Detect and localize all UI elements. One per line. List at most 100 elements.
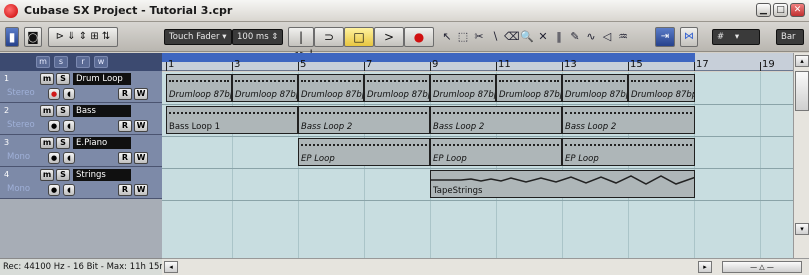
track-name[interactable]: Bass: [73, 105, 131, 117]
solo-button[interactable]: S: [56, 169, 70, 181]
window-title: Cubase SX Project - Tutorial 3.cpr: [24, 4, 233, 17]
audio-part[interactable]: Bass Loop 1: [166, 106, 298, 134]
scroll-up-icon[interactable]: ▴: [795, 55, 809, 67]
scroll-down-icon[interactable]: ▾: [795, 223, 809, 235]
zoom-slider[interactable]: — △ —: [722, 261, 802, 273]
nudge-time-select[interactable]: 100 ms ⇕: [232, 29, 284, 45]
read-automation-button[interactable]: R: [118, 88, 132, 100]
draw-tool-icon[interactable]: ✎: [568, 29, 582, 45]
pointer-tool-icon[interactable]: ↖: [440, 29, 454, 45]
vertical-scrollbar[interactable]: ▴ ▾: [793, 53, 809, 258]
mute-button[interactable]: m: [40, 169, 54, 181]
audio-part[interactable]: TapeStrings: [430, 170, 695, 198]
record-button[interactable]: ●: [404, 27, 434, 47]
global-write-button[interactable]: w: [94, 56, 108, 68]
read-automation-button[interactable]: R: [118, 152, 132, 164]
global-read-button[interactable]: r: [76, 56, 90, 68]
mute-tool-icon[interactable]: ✕: [536, 29, 550, 45]
timewarp-tool-icon[interactable]: ‖: [552, 29, 566, 45]
record-enable-button[interactable]: ●: [48, 184, 60, 196]
read-automation-button[interactable]: R: [118, 120, 132, 132]
scroll-left-icon[interactable]: ◂: [164, 261, 178, 273]
solo-button[interactable]: S: [56, 105, 70, 117]
global-solo-button[interactable]: s: [54, 56, 68, 68]
record-enable-button[interactable]: ●: [48, 88, 60, 100]
read-automation-button[interactable]: R: [118, 184, 132, 196]
audio-part[interactable]: EP Loop: [430, 138, 562, 166]
glue-tool-icon[interactable]: ∖: [488, 29, 502, 45]
mute-button[interactable]: m: [40, 73, 54, 85]
audio-part[interactable]: Drumloop 87bp: [298, 74, 364, 102]
goto-start-button[interactable]: |<>|: [288, 27, 314, 62]
track-name[interactable]: Drum Loop: [73, 73, 131, 85]
audio-part[interactable]: EP Loop: [562, 138, 695, 166]
split-tool-icon[interactable]: ✂: [472, 29, 486, 45]
audio-part[interactable]: Drumloop 87bp: [562, 74, 628, 102]
audio-part[interactable]: Drumloop 87bp: [496, 74, 562, 102]
track-row[interactable]: 3 m S E.Piano Mono ● ◖ R W: [0, 135, 162, 167]
monitor-button[interactable]: ◖: [63, 88, 75, 100]
range-tool-icon[interactable]: ⬚: [456, 29, 470, 45]
record-enable-button[interactable]: ●: [48, 120, 60, 132]
inspector-toggle-button[interactable]: ▮: [5, 27, 19, 47]
audio-part[interactable]: EP Loop: [298, 138, 430, 166]
monitor-button[interactable]: ◖: [63, 120, 75, 132]
audio-part[interactable]: Drumloop 87bp: [166, 74, 232, 102]
solo-button[interactable]: S: [56, 73, 70, 85]
waveform: [431, 175, 694, 185]
track-row[interactable]: 2 m S Bass Stereo ● ◖ R W: [0, 103, 162, 135]
write-automation-button[interactable]: W: [134, 152, 148, 164]
timeline-ruler[interactable]: 1 3 5 7 9 11 13 15 17 19: [162, 53, 793, 71]
locator-range[interactable]: [162, 53, 695, 62]
erase-tool-icon[interactable]: ⌫: [504, 29, 520, 45]
view-options-button[interactable]: ⊳ ⇓ ⇕ ⊞ ⇅: [48, 27, 118, 47]
info-line-button[interactable]: ◙: [24, 27, 42, 47]
scroll-thumb[interactable]: [795, 71, 809, 111]
play-button[interactable]: >: [374, 27, 404, 47]
grid-type-select[interactable]: # ▾: [712, 29, 760, 45]
write-automation-button[interactable]: W: [134, 120, 148, 132]
audio-part[interactable]: Bass Loop 2: [298, 106, 430, 134]
audio-part[interactable]: Drumloop 87bp: [430, 74, 496, 102]
audio-part[interactable]: Drumloop 87bp: [364, 74, 430, 102]
monitor-button[interactable]: ◖: [63, 152, 75, 164]
arrange-window[interactable]: Drumloop 87bp Drumloop 87bp Drumloop 87b…: [162, 72, 793, 258]
solo-button[interactable]: S: [56, 137, 70, 149]
track-row[interactable]: 4 m S Strings Mono ● ◖ R W: [0, 167, 162, 199]
track-name[interactable]: E.Piano: [73, 137, 131, 149]
audio-part[interactable]: Bass Loop 2: [562, 106, 695, 134]
channel-config: Mono: [7, 152, 31, 162]
bar-label: 19: [762, 59, 775, 70]
global-mute-button[interactable]: m: [36, 56, 50, 68]
line-tool-icon[interactable]: ∿: [584, 29, 598, 45]
scrub-tool-icon[interactable]: ♒: [616, 29, 630, 45]
monitor-button[interactable]: ◖: [63, 184, 75, 196]
horizontal-scrollbar[interactable]: ◂ ▸ — △ —: [162, 258, 809, 275]
maximize-button[interactable]: □: [773, 3, 788, 17]
audio-part[interactable]: Bass Loop 2: [430, 106, 562, 134]
play-tool-icon[interactable]: ◁: [600, 29, 614, 45]
minimize-button[interactable]: ▁: [756, 3, 771, 17]
record-enable-button[interactable]: ●: [48, 152, 60, 164]
mute-button[interactable]: m: [40, 137, 54, 149]
stop-button[interactable]: □: [344, 27, 374, 47]
automation-mode-select[interactable]: Touch Fader ▾: [164, 29, 232, 45]
mute-button[interactable]: m: [40, 105, 54, 117]
bar-label: 17: [696, 59, 709, 70]
scroll-right-icon[interactable]: ▸: [698, 261, 712, 273]
audio-part[interactable]: Drumloop 87bp: [232, 74, 298, 102]
zoom-tool-icon[interactable]: 🔍: [520, 29, 534, 45]
quantize-select[interactable]: Bar: [776, 29, 804, 45]
audio-part[interactable]: Drumloop 87bp: [628, 74, 695, 102]
snap-button[interactable]: ⋈: [680, 27, 698, 47]
channel-config: Stereo: [7, 88, 35, 98]
write-automation-button[interactable]: W: [134, 88, 148, 100]
autoscroll-button[interactable]: ⇥: [655, 27, 675, 47]
write-automation-button[interactable]: W: [134, 184, 148, 196]
track-row[interactable]: 1 m S Drum Loop Stereo ● ◖ R W: [0, 71, 162, 103]
close-button[interactable]: ✕: [790, 3, 805, 17]
track-number: 2: [4, 106, 10, 115]
cycle-button[interactable]: ⊃: [314, 27, 344, 47]
track-number: 4: [4, 170, 10, 179]
track-name[interactable]: Strings: [73, 169, 131, 181]
